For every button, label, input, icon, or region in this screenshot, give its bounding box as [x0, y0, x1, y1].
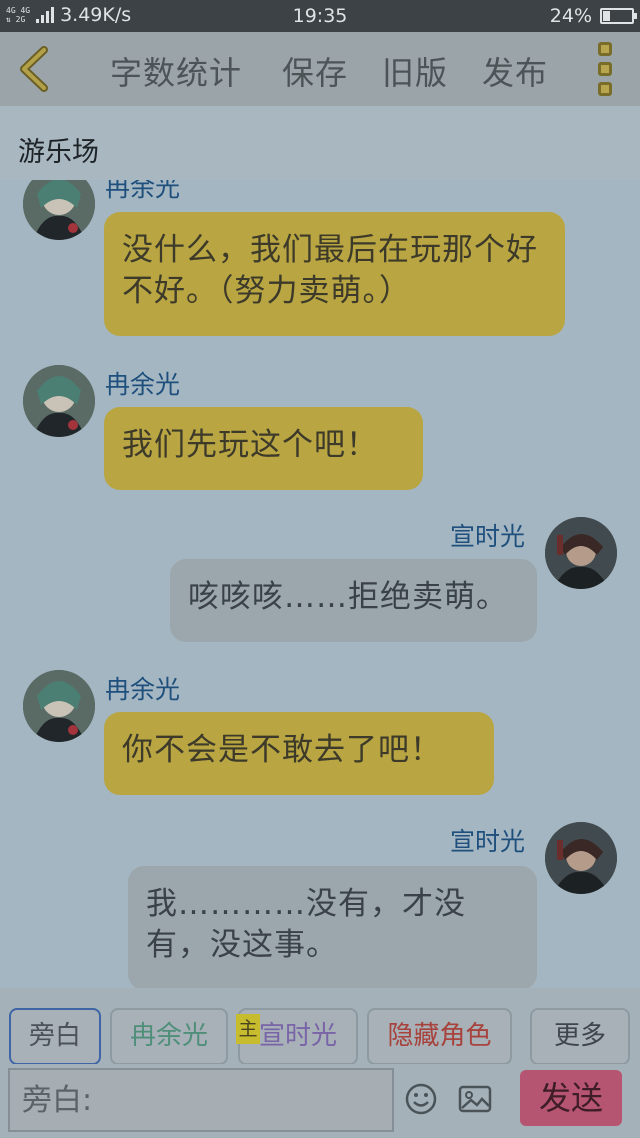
speaker-name: 宣时光 — [450, 522, 526, 551]
speaker-name: 冉余光 — [105, 675, 181, 704]
smiley-icon[interactable] — [404, 1082, 438, 1116]
message-bubble[interactable]: 我…………没有，才没有，没这事。 — [128, 866, 537, 988]
back-button[interactable] — [14, 44, 58, 94]
top-toolbar: 字数统计 保存 旧版 发布 — [0, 32, 640, 106]
status-bar: 4G 4G ⇅ 2G 3.49K/s 19:35 24% — [0, 0, 640, 32]
speaker-name: 宣时光 — [450, 827, 526, 856]
word-count-button[interactable]: 字数统计 — [110, 48, 242, 94]
main-role-badge: 主 — [236, 1014, 260, 1044]
message-bubble[interactable]: 咳咳咳……拒绝卖萌。 — [170, 559, 537, 642]
battery-status: 24% — [549, 5, 637, 27]
scene-header: 游乐场 — [0, 106, 640, 180]
hidden-role-button[interactable]: 隐藏角色 — [367, 1008, 512, 1065]
speaker-name: 冉余光 — [105, 370, 181, 399]
old-version-button[interactable]: 旧版 — [382, 48, 448, 94]
avatar — [23, 365, 95, 437]
avatar — [23, 180, 95, 240]
more-roles-button[interactable]: 更多 — [530, 1008, 630, 1065]
message-input[interactable] — [8, 1068, 394, 1132]
role-button[interactable]: 冉余光 — [110, 1008, 228, 1065]
speaker-name: 冉余光 — [105, 180, 181, 202]
role-narration-button[interactable]: 旁白 — [9, 1008, 101, 1065]
message-bubble[interactable]: 没什么，我们最后在玩那个好不好。（努力卖萌。） — [104, 212, 565, 336]
image-icon[interactable] — [458, 1082, 492, 1116]
send-button[interactable]: 发送 — [520, 1070, 622, 1126]
role-selector: 旁白 冉余光 宣时光 隐藏角色 更多 — [0, 988, 640, 1065]
avatar — [545, 517, 617, 589]
scene-title[interactable]: 游乐场 — [18, 130, 99, 169]
message-bubble[interactable]: 我们先玩这个吧！ — [104, 407, 423, 490]
battery-percent: 24% — [549, 5, 592, 27]
avatar — [23, 670, 95, 742]
chat-area[interactable]: 冉余光 没什么，我们最后在玩那个好不好。（努力卖萌。） 冉余光 我们先玩这个吧！… — [0, 180, 640, 988]
save-button[interactable]: 保存 — [282, 48, 348, 94]
battery-icon — [600, 8, 637, 24]
chevron-left-icon — [20, 46, 48, 92]
message-bubble[interactable]: 你不会是不敢去了吧！ — [104, 712, 494, 795]
avatar — [545, 822, 617, 894]
clock: 19:35 — [292, 5, 348, 27]
composer: 发送 — [0, 1064, 640, 1138]
publish-button[interactable]: 发布 — [482, 48, 548, 94]
more-menu-icon[interactable] — [594, 42, 616, 96]
